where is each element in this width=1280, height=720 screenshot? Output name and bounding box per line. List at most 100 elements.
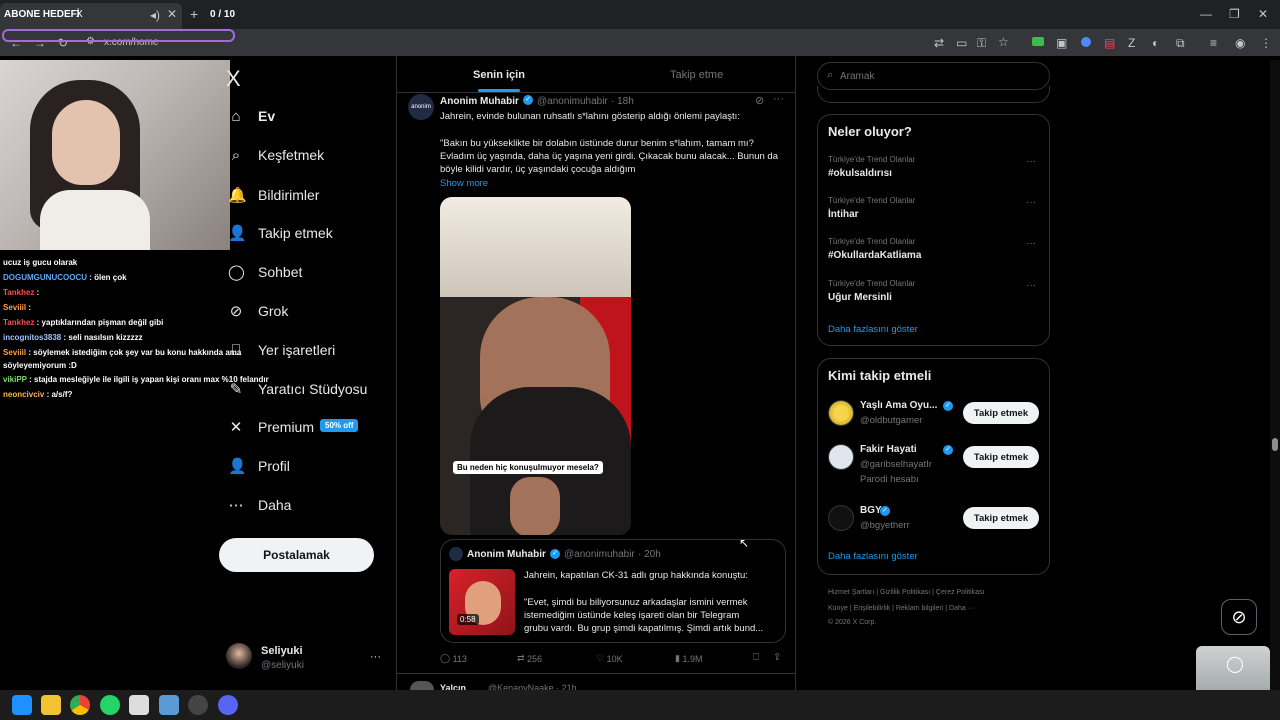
chat-username[interactable]: Tankhez bbox=[3, 318, 34, 327]
who-name[interactable]: Fakir Hayati bbox=[860, 444, 917, 455]
trend-more-icon[interactable]: ··· bbox=[1026, 156, 1036, 167]
tweet-more-icon[interactable]: ··· bbox=[773, 93, 784, 105]
maximize-icon[interactable]: ❐ bbox=[1229, 7, 1240, 21]
tweet-video[interactable] bbox=[440, 197, 631, 535]
trend-name[interactable]: #OkullardaKatliama bbox=[828, 250, 921, 261]
extension-icon[interactable] bbox=[1032, 37, 1044, 46]
tweet-author[interactable]: Anonim Muhabir bbox=[440, 96, 519, 107]
photos-icon[interactable] bbox=[159, 695, 179, 715]
repost-button[interactable]: ⇄ 256 bbox=[517, 653, 542, 664]
next-author[interactable]: Yalçın bbox=[440, 683, 466, 690]
who-handle[interactable]: @garibselhayatIr bbox=[860, 459, 932, 470]
window-close-icon[interactable]: ✕ bbox=[1258, 7, 1268, 21]
chat-username[interactable]: Seviiil bbox=[3, 348, 26, 357]
chat-username[interactable]: neoncivciv bbox=[3, 390, 44, 399]
nav-item-bookmark[interactable]: ⎕ Yer işaretleri bbox=[228, 335, 335, 365]
footer-link[interactable]: Künye bbox=[828, 605, 848, 612]
close-tab-icon[interactable]: ✕ bbox=[167, 7, 177, 21]
footer-link[interactable]: Daha ··· bbox=[949, 605, 975, 612]
like-button[interactable]: ♡ 10K bbox=[596, 653, 623, 664]
whatsapp-icon[interactable] bbox=[100, 695, 120, 715]
chrome-icon[interactable] bbox=[70, 695, 90, 715]
tweet-handle[interactable]: @anonimuhabir bbox=[537, 96, 608, 107]
new-tab-icon[interactable]: + bbox=[190, 6, 198, 22]
nav-item-studio[interactable]: ✎ Yaratıcı Stüdyosu bbox=[228, 374, 368, 404]
reply-button[interactable]: ◯ 113 bbox=[440, 653, 467, 664]
trends-show-more[interactable]: Daha fazlasını göster bbox=[828, 324, 918, 335]
key-icon[interactable]: ⚿ bbox=[977, 36, 986, 51]
who-handle[interactable]: @bgyetherr bbox=[860, 520, 910, 531]
footer-link[interactable]: Hizmet Şartları bbox=[828, 589, 874, 596]
who-show-more[interactable]: Daha fazlasını göster bbox=[828, 551, 918, 562]
bookmark-icon[interactable]: ⎕ bbox=[753, 652, 759, 663]
who-handle[interactable]: @oldbutgamer bbox=[860, 415, 922, 426]
grok-tweet-icon[interactable]: ⊘ bbox=[755, 94, 764, 107]
tab-following[interactable]: Takip etme bbox=[670, 69, 723, 81]
extension-icon[interactable]: ◐ bbox=[1152, 36, 1159, 50]
nav-item-premium-x[interactable]: ✕ Premium bbox=[228, 412, 314, 442]
tweet-time[interactable]: · 18h bbox=[611, 96, 634, 107]
trend-name[interactable]: Uğur Mersinli bbox=[828, 292, 892, 303]
chat-username[interactable]: Seviiil bbox=[3, 303, 26, 312]
who-avatar[interactable] bbox=[828, 505, 854, 531]
follow-button[interactable]: Takip etmek bbox=[963, 402, 1039, 424]
tab-search-icon[interactable]: ≡ bbox=[1210, 36, 1217, 50]
trend-name[interactable]: İntihar bbox=[828, 209, 859, 220]
author-avatar[interactable]: anonim bbox=[408, 94, 434, 120]
file-explorer-icon[interactable] bbox=[41, 695, 61, 715]
follow-button[interactable]: Takip etmek bbox=[963, 446, 1039, 468]
scrollbar-thumb[interactable] bbox=[1272, 438, 1278, 451]
app-icon[interactable] bbox=[129, 695, 149, 715]
tab-for-you[interactable]: Senin için bbox=[473, 69, 525, 81]
nav-item-bell[interactable]: 🔔 Bildirimler bbox=[228, 180, 319, 210]
show-more-link[interactable]: Show more bbox=[440, 178, 488, 189]
nav-item-search[interactable]: ⌕ Keşfetmek bbox=[228, 140, 324, 170]
next-handle[interactable]: @KenanyNaake · 21h bbox=[488, 683, 577, 690]
x-logo-icon[interactable]: X bbox=[226, 66, 241, 92]
nav-item-chat[interactable]: ◯ Sohbet bbox=[228, 257, 302, 287]
footer-link[interactable]: Reklam bilgileri bbox=[896, 605, 943, 612]
chat-username[interactable]: Tankhez bbox=[3, 288, 34, 297]
mute-tab-icon[interactable]: ◂) bbox=[150, 8, 160, 22]
extensions-puzzle-icon[interactable]: ⧉ bbox=[1176, 36, 1185, 51]
chat-username[interactable]: incognitos3838 bbox=[3, 333, 61, 342]
star-icon[interactable]: ☆ bbox=[998, 35, 1009, 49]
footer-link[interactable]: Erişilebilirlik bbox=[854, 605, 891, 612]
chat-username[interactable]: vikiPP bbox=[3, 375, 27, 384]
chat-username[interactable]: DOGUMGUNUCOOCU bbox=[3, 273, 87, 282]
nav-item-home[interactable]: ⌂ Ev bbox=[228, 101, 275, 131]
footer-link[interactable]: Çerez Politikası bbox=[936, 589, 985, 596]
nav-item-follow[interactable]: 👤 Takip etmek bbox=[228, 218, 333, 248]
translate-icon[interactable]: ⇄ bbox=[934, 36, 944, 50]
discord-icon[interactable] bbox=[218, 695, 238, 715]
minimize-icon[interactable]: — bbox=[1200, 7, 1212, 21]
views-button[interactable]: ▮ 1.9M bbox=[675, 653, 702, 664]
follow-button[interactable]: Takip etmek bbox=[963, 507, 1039, 529]
trend-name[interactable]: #okulsaldırısı bbox=[828, 168, 892, 179]
windows-start-icon[interactable] bbox=[12, 695, 32, 715]
who-avatar[interactable] bbox=[828, 400, 854, 426]
nav-item-more[interactable]: ⋯ Daha bbox=[228, 490, 292, 520]
nav-item-grok[interactable]: ⊘ Grok bbox=[228, 296, 289, 326]
who-name[interactable]: Yaşlı Ama Oyu... bbox=[860, 400, 937, 411]
trend-more-icon[interactable]: ··· bbox=[1026, 238, 1036, 249]
app-icon[interactable] bbox=[188, 695, 208, 715]
profile-icon[interactable]: ◉ bbox=[1235, 36, 1245, 50]
menu-icon[interactable]: ⋮ bbox=[1260, 36, 1272, 50]
cast-icon[interactable]: ▭ bbox=[956, 36, 967, 50]
extension-icon[interactable]: ▤ bbox=[1104, 36, 1115, 50]
extension-icon[interactable]: Z bbox=[1128, 36, 1135, 50]
grok-floating-icon[interactable]: ⊘ bbox=[1221, 599, 1257, 635]
extension-icon[interactable] bbox=[1081, 37, 1091, 47]
trend-more-icon[interactable]: ··· bbox=[1026, 197, 1036, 208]
scrollbar[interactable] bbox=[1270, 60, 1280, 690]
share-icon[interactable]: ⇪ bbox=[773, 652, 781, 663]
account-more-icon[interactable]: ··· bbox=[370, 651, 381, 663]
nav-item-profile[interactable]: 👤 Profil bbox=[228, 451, 290, 481]
next-author-avatar[interactable] bbox=[410, 681, 434, 690]
avatar[interactable] bbox=[226, 643, 252, 669]
who-avatar[interactable] bbox=[828, 444, 854, 470]
extension-icon[interactable]: ▣ bbox=[1056, 36, 1067, 50]
post-button[interactable]: Postalamak bbox=[219, 538, 374, 572]
footer-link[interactable]: Gizlilik Politikası bbox=[880, 589, 930, 596]
